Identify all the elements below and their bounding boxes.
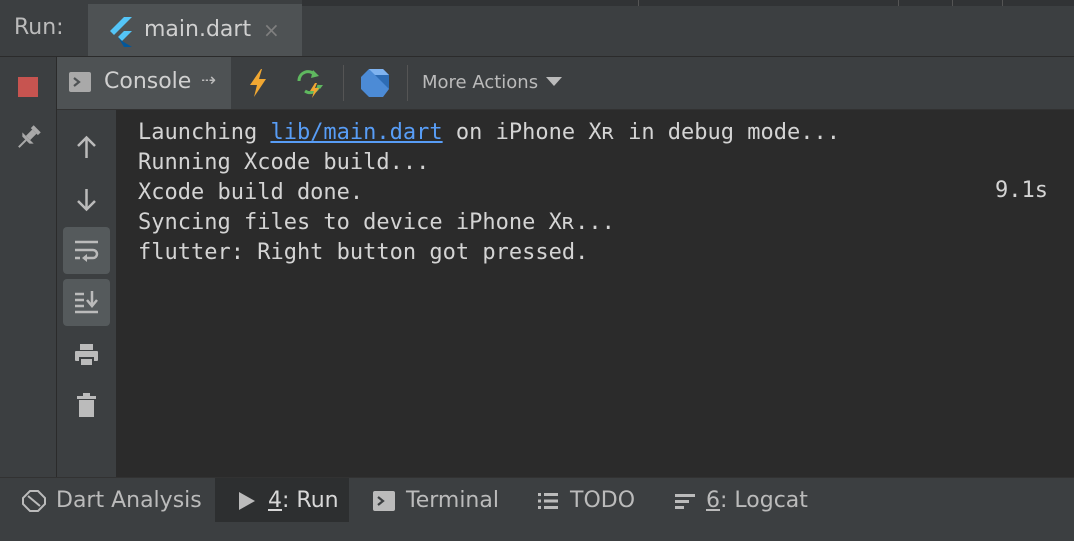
dart-devtools-icon[interactable]: [359, 67, 391, 99]
more-actions-label: More Actions: [422, 72, 539, 93]
restore-layout-icon[interactable]: ⇢: [201, 70, 216, 91]
scroll-up-button[interactable]: [63, 124, 110, 171]
tab-console[interactable]: Console ⇢: [57, 57, 231, 109]
more-actions-button[interactable]: More Actions: [422, 72, 563, 93]
logcat-icon: [675, 494, 695, 509]
stop-icon[interactable]: [18, 77, 38, 97]
toolbar-separator: [343, 65, 344, 101]
tab-terminal[interactable]: Terminal: [360, 478, 510, 522]
hot-reload-lightning-icon[interactable]: [242, 67, 274, 99]
run-left-strip: [0, 57, 57, 477]
console-toolbar: Console ⇢ More Actions: [57, 57, 1074, 110]
dart-analysis-icon: [22, 490, 46, 512]
close-tab-icon[interactable]: ×: [263, 18, 280, 42]
console-label: Console: [104, 69, 192, 94]
terminal-icon: [373, 491, 395, 511]
console-line: Launching lib/main.dart on iPhone Xʀ in …: [138, 120, 840, 145]
editor-edge: [302, 0, 1074, 6]
toolbar-separator: [407, 65, 408, 101]
flutter-icon: [110, 17, 132, 47]
play-icon: [239, 492, 255, 510]
tab-todo[interactable]: TODO: [526, 478, 646, 522]
console-side-toolbar: [57, 110, 117, 477]
printer-icon: [75, 344, 98, 367]
clear-all-button[interactable]: [63, 382, 110, 429]
console-line: Running Xcode build...: [138, 150, 430, 175]
scroll-to-end-icon: [75, 291, 98, 314]
chevron-down-icon: [546, 76, 563, 86]
console-line: Syncing files to device iPhone Xʀ...: [138, 210, 615, 235]
console-line: flutter: Right button got pressed.: [138, 240, 589, 265]
console-line: Xcode build done.: [138, 180, 364, 205]
tool-window-bar: Dart Analysis 4: Run Terminal TODO 6: Lo…: [0, 477, 1074, 541]
arrow-down-icon: [77, 189, 96, 212]
tab-label: Dart Analysis: [56, 488, 202, 513]
tab-dart-analysis[interactable]: Dart Analysis: [14, 478, 210, 522]
trash-icon: [77, 393, 96, 417]
tab-label: Terminal: [406, 488, 499, 513]
tab-logcat[interactable]: 6: Logcat: [663, 478, 823, 522]
run-label: Run:: [14, 15, 64, 40]
tab-label: main.dart: [144, 17, 252, 42]
tab-label: TODO: [570, 488, 636, 513]
build-timing: 9.1s: [995, 178, 1048, 203]
file-link[interactable]: lib/main.dart: [270, 120, 442, 145]
soft-wrap-button[interactable]: [63, 227, 110, 274]
tab-run[interactable]: 4: Run: [215, 478, 349, 522]
terminal-icon: [69, 72, 91, 92]
arrow-up-icon: [77, 135, 96, 158]
tab-main-dart[interactable]: main.dart ×: [88, 4, 302, 56]
list-icon: [538, 493, 558, 509]
print-button[interactable]: [63, 332, 110, 379]
scroll-to-end-button[interactable]: [63, 279, 110, 326]
run-tool-window-header: Run: main.dart ×: [0, 0, 1074, 57]
hot-restart-icon[interactable]: [293, 67, 325, 99]
soft-wrap-icon: [75, 240, 99, 262]
console-output[interactable]: Launching lib/main.dart on iPhone Xʀ in …: [117, 110, 1074, 477]
pin-icon[interactable]: [13, 123, 43, 153]
scroll-down-button[interactable]: [63, 176, 110, 223]
